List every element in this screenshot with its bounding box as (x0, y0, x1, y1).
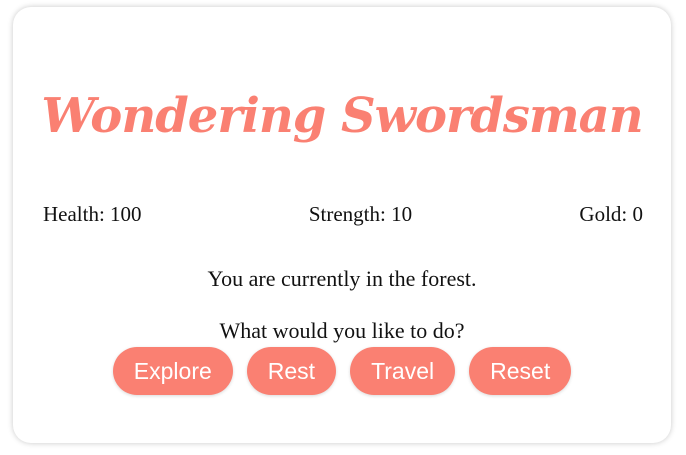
location-message: You are currently in the forest. (207, 266, 477, 291)
reset-button[interactable]: Reset (469, 347, 572, 395)
rest-button[interactable]: Rest (246, 347, 337, 395)
game-title: Wondering Swordsman (41, 88, 643, 144)
gold-stat: Gold: 0 (579, 201, 643, 226)
health-stat: Health: 100 (43, 201, 142, 226)
action-prompt: What would you like to do? (219, 318, 465, 343)
game-card: Wondering Swordsman Health: 100 Strength… (13, 7, 671, 443)
action-buttons: Explore Rest Travel Reset (13, 347, 671, 395)
stats-bar: Health: 100 Strength: 10 Gold: 0 (43, 199, 643, 229)
travel-button[interactable]: Travel (350, 347, 456, 395)
strength-stat: Strength: 10 (308, 201, 413, 226)
explore-button[interactable]: Explore (112, 347, 233, 395)
